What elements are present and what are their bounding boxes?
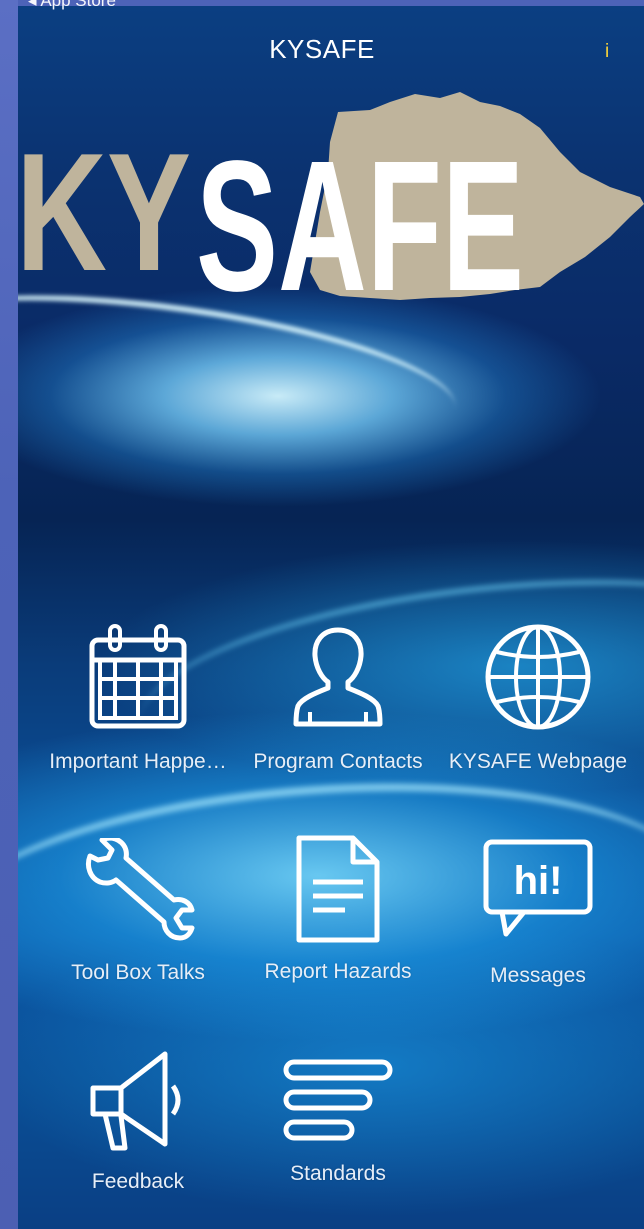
page-title: KYSAFE <box>269 34 375 64</box>
app-store-back-link[interactable]: ◂ App Store <box>28 0 116 11</box>
kysafe-logo: KY SAFE <box>20 92 644 302</box>
info-button[interactable]: i <box>605 41 609 63</box>
grid-item-label: Tool Box Talks <box>71 961 205 984</box>
globe-icon <box>485 624 591 730</box>
document-icon <box>296 835 380 943</box>
lines-icon <box>283 1059 393 1141</box>
feedback-button[interactable]: Feedback <box>38 1048 238 1194</box>
important-happenings-button[interactable]: Important Happe… <box>38 622 238 774</box>
logo-ky-text: KY <box>20 118 191 302</box>
grid-item-label: Standards <box>290 1162 386 1185</box>
messages-button[interactable]: hi! Messages <box>438 838 638 988</box>
tool-box-talks-button[interactable]: Tool Box Talks <box>38 838 238 985</box>
grid-item-label: Messages <box>490 964 586 987</box>
hi-bubble-text: hi! <box>514 859 563 903</box>
program-contacts-button[interactable]: Program Contacts <box>238 622 438 774</box>
kysafe-webpage-button[interactable]: KYSAFE Webpage <box>438 622 638 774</box>
grid-item-label: Feedback <box>91 1170 185 1193</box>
grid-item-label: Important Happe… <box>49 750 227 773</box>
grid-item-label: Program Contacts <box>253 750 423 773</box>
chat-bubble-icon: hi! <box>483 839 593 937</box>
logo-safe-text: SAFE <box>196 123 524 302</box>
calendar-icon <box>89 624 187 729</box>
left-frame <box>0 0 18 1229</box>
report-hazards-button[interactable]: Report Hazards <box>238 834 438 984</box>
person-icon <box>293 627 383 727</box>
grid-item-label: Report Hazards <box>264 960 412 983</box>
grid-item-label: KYSAFE Webpage <box>448 750 628 773</box>
wrench-icon <box>85 838 195 941</box>
megaphone-icon <box>90 1051 181 1151</box>
standards-button[interactable]: Standards <box>238 1058 438 1186</box>
